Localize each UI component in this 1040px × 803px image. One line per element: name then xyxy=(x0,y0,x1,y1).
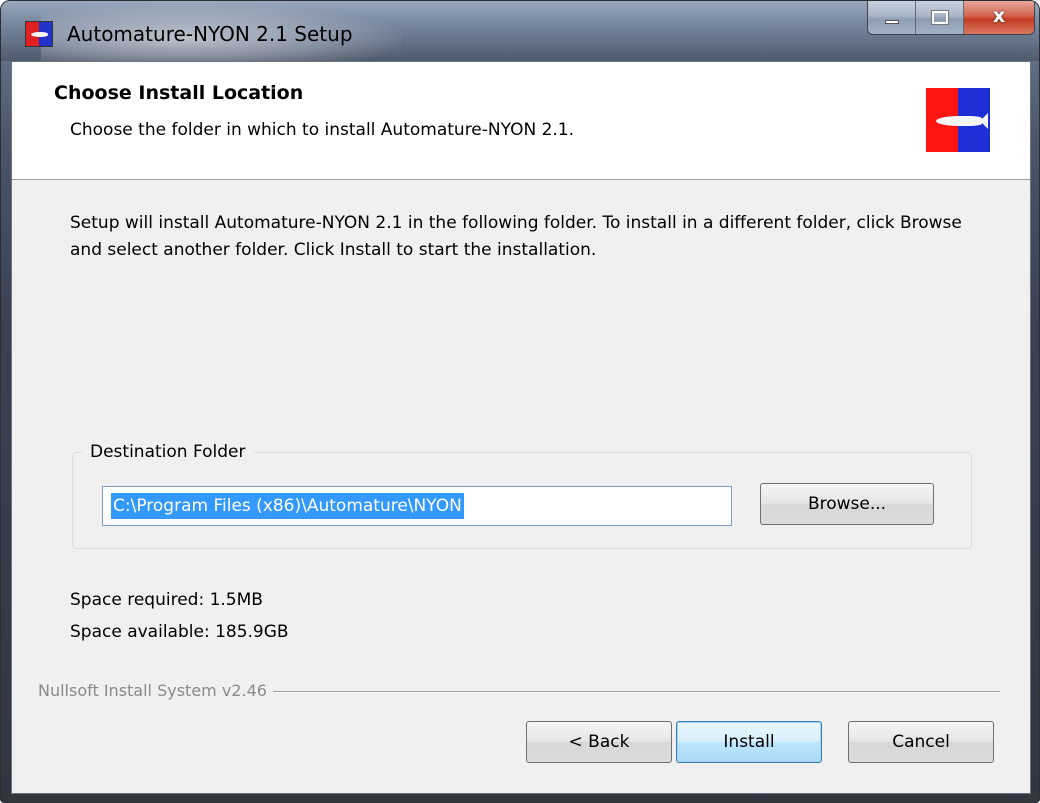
installer-logo-icon xyxy=(926,88,990,152)
space-required: Space required: 1.5MB xyxy=(70,590,263,610)
minimize-icon xyxy=(885,20,899,24)
browse-button[interactable]: Browse... xyxy=(760,483,934,525)
installer-window: Automature-NYON 2.1 Setup x Choose Insta… xyxy=(0,0,1040,803)
page-subtitle: Choose the folder in which to install Au… xyxy=(70,120,575,140)
caption-buttons: x xyxy=(867,1,1035,35)
back-button[interactable]: < Back xyxy=(526,721,672,763)
page-title: Choose Install Location xyxy=(54,82,304,104)
intro-text: Setup will install Automature-NYON 2.1 i… xyxy=(70,213,962,260)
app-icon xyxy=(25,21,53,47)
branding-line: Nullsoft Install System v2.46 xyxy=(38,680,1000,702)
destination-group-label: Destination Folder xyxy=(82,441,254,463)
page-header: Choose Install Location Choose the folde… xyxy=(12,62,1030,180)
dialog-body: Choose Install Location Choose the folde… xyxy=(11,61,1031,794)
destination-path-input[interactable]: C:\Program Files (x86)\Automature\NYON xyxy=(102,486,732,526)
branding-text: Nullsoft Install System v2.46 xyxy=(38,680,273,702)
maximize-icon xyxy=(931,10,949,25)
space-available: Space available: 185.9GB xyxy=(70,622,289,642)
fish-icon xyxy=(936,113,988,129)
destination-path-value: C:\Program Files (x86)\Automature\NYON xyxy=(111,493,464,519)
maximize-button[interactable] xyxy=(916,1,964,34)
minimize-button[interactable] xyxy=(868,1,916,34)
install-button[interactable]: Install xyxy=(676,721,822,763)
title-bar[interactable]: Automature-NYON 2.1 Setup x xyxy=(1,1,1039,61)
window-title: Automature-NYON 2.1 Setup xyxy=(67,22,353,46)
cancel-button[interactable]: Cancel xyxy=(848,721,994,763)
close-icon: x xyxy=(992,5,1006,27)
close-button[interactable]: x xyxy=(964,1,1034,34)
